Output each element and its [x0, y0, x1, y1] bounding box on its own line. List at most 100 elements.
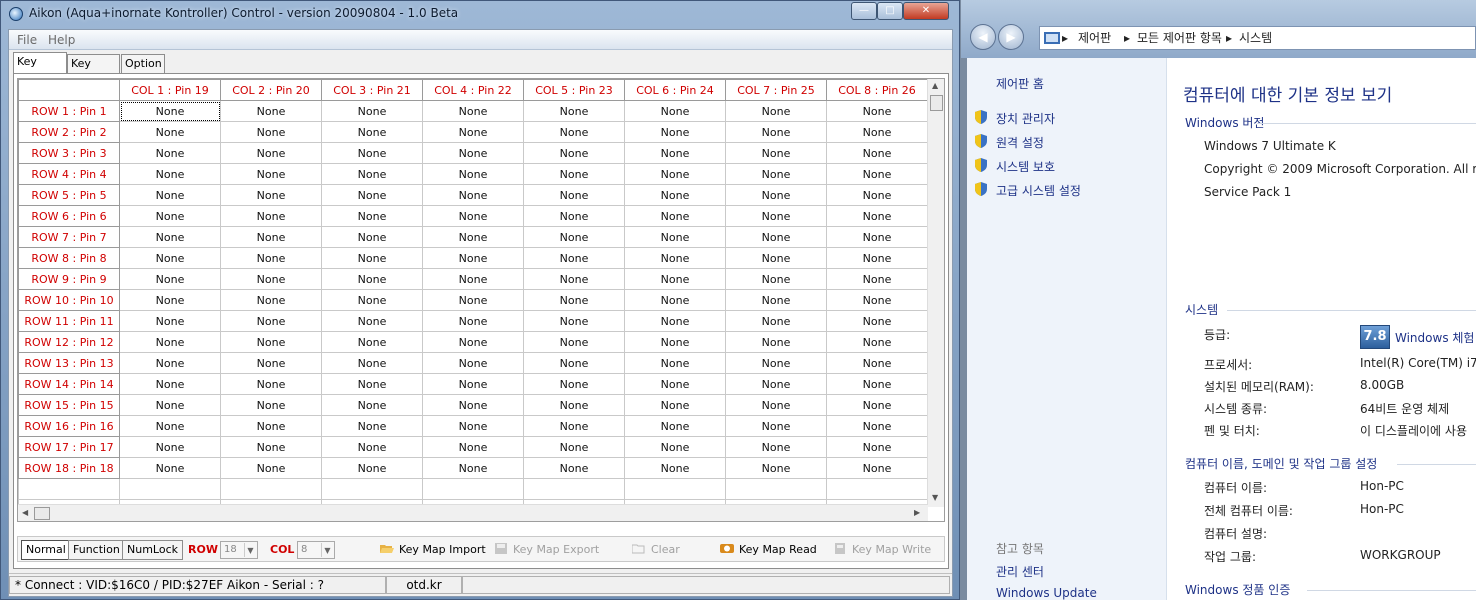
key-cell[interactable]: None	[523, 415, 625, 437]
key-map-import-button[interactable]: Key Map Import	[380, 543, 486, 556]
key-cell[interactable]: None	[826, 310, 928, 332]
key-cell[interactable]: None	[119, 205, 221, 227]
empty-cell[interactable]	[321, 478, 423, 500]
key-cell[interactable]: None	[624, 247, 726, 269]
key-cell[interactable]: None	[220, 163, 322, 185]
row-header[interactable]: ROW 2 : Pin 2	[18, 121, 120, 143]
breadcrumb-all-items[interactable]: 모든 제어판 항목	[1137, 27, 1222, 49]
row-header[interactable]: ROW 9 : Pin 9	[18, 268, 120, 290]
key-cell[interactable]: None	[624, 373, 726, 395]
key-cell[interactable]: None	[624, 226, 726, 248]
key-cell[interactable]: None	[119, 226, 221, 248]
key-cell[interactable]: None	[321, 163, 423, 185]
key-cell[interactable]: None	[624, 436, 726, 458]
key-cell[interactable]: None	[119, 331, 221, 353]
tab-key-test[interactable]: Key Test	[67, 54, 120, 88]
column-header[interactable]: COL 8 : Pin 26	[826, 79, 928, 101]
key-cell[interactable]: None	[624, 268, 726, 290]
tab-option[interactable]: Option	[121, 54, 165, 74]
minimize-button[interactable]: —	[851, 2, 877, 20]
key-cell[interactable]: None	[624, 331, 726, 353]
key-cell[interactable]: None	[624, 142, 726, 164]
key-cell[interactable]: None	[523, 352, 625, 374]
key-cell[interactable]: None	[220, 415, 322, 437]
key-cell[interactable]: None	[119, 163, 221, 185]
key-cell[interactable]: None	[725, 100, 827, 122]
key-cell[interactable]: None	[725, 121, 827, 143]
key-cell[interactable]: None	[422, 394, 524, 416]
title-bar[interactable]: Aikon (Aqua+inornate Kontroller) Control…	[1, 1, 959, 27]
back-arrow-icon[interactable]: ◀	[970, 24, 996, 50]
key-cell[interactable]: None	[422, 310, 524, 332]
key-cell[interactable]: None	[523, 331, 625, 353]
key-cell[interactable]: None	[725, 163, 827, 185]
key-cell[interactable]: None	[725, 289, 827, 311]
forward-arrow-icon[interactable]: ▶	[998, 24, 1024, 50]
row-header[interactable]: ROW 15 : Pin 15	[18, 394, 120, 416]
key-cell[interactable]: None	[826, 373, 928, 395]
sidebar-item-system-protection[interactable]: 시스템 보호	[996, 158, 1055, 175]
key-cell[interactable]: None	[220, 310, 322, 332]
key-cell[interactable]: None	[826, 121, 928, 143]
key-cell[interactable]: None	[523, 205, 625, 227]
scroll-right-icon[interactable]: ▶	[914, 508, 920, 517]
empty-cell[interactable]	[18, 478, 120, 500]
sidebar-item-advanced-settings[interactable]: 고급 시스템 설정	[996, 182, 1081, 199]
key-cell[interactable]: None	[826, 331, 928, 353]
key-cell[interactable]: None	[422, 184, 524, 206]
column-header[interactable]: COL 6 : Pin 24	[624, 79, 726, 101]
col-count-select[interactable]: 8 ▼	[297, 541, 335, 559]
key-cell[interactable]: None	[725, 415, 827, 437]
key-cell[interactable]: None	[624, 205, 726, 227]
key-cell[interactable]: None	[220, 205, 322, 227]
key-cell[interactable]: None	[523, 457, 625, 479]
key-cell[interactable]: None	[321, 457, 423, 479]
horizontal-scroll-thumb[interactable]	[34, 507, 50, 520]
key-cell[interactable]: None	[422, 100, 524, 122]
key-cell[interactable]: None	[826, 436, 928, 458]
key-cell[interactable]: None	[624, 352, 726, 374]
key-cell[interactable]: None	[220, 142, 322, 164]
column-header[interactable]: COL 4 : Pin 22	[422, 79, 524, 101]
key-cell[interactable]: None	[725, 205, 827, 227]
row-header[interactable]: ROW 11 : Pin 11	[18, 310, 120, 332]
address-bar[interactable]: ▸ 제어판 ▸ 모든 제어판 항목 ▸ 시스템	[1039, 26, 1476, 50]
vertical-scroll-thumb[interactable]	[930, 95, 943, 111]
key-cell[interactable]: None	[321, 331, 423, 353]
numlock-mode-button[interactable]: NumLock	[122, 540, 183, 560]
key-cell[interactable]: None	[321, 184, 423, 206]
key-cell[interactable]: None	[321, 289, 423, 311]
key-cell[interactable]: None	[220, 352, 322, 374]
key-cell[interactable]: None	[220, 268, 322, 290]
row-count-select[interactable]: 18 ▼	[220, 541, 258, 559]
row-header[interactable]: ROW 13 : Pin 13	[18, 352, 120, 374]
function-mode-button[interactable]: Function	[68, 540, 125, 560]
key-cell[interactable]: None	[624, 163, 726, 185]
key-cell[interactable]: None	[624, 121, 726, 143]
key-cell[interactable]: None	[422, 415, 524, 437]
key-cell[interactable]: None	[119, 142, 221, 164]
row-header[interactable]: ROW 5 : Pin 5	[18, 184, 120, 206]
key-map-write-button[interactable]: Key Map Write	[833, 543, 931, 556]
key-cell[interactable]: None	[220, 373, 322, 395]
key-cell[interactable]: None	[523, 289, 625, 311]
key-cell[interactable]: None	[523, 226, 625, 248]
key-cell[interactable]: None	[523, 268, 625, 290]
normal-mode-button[interactable]: Normal	[21, 540, 71, 560]
key-cell[interactable]: None	[826, 394, 928, 416]
row-header[interactable]: ROW 12 : Pin 12	[18, 331, 120, 353]
sidebar-item-remote-settings[interactable]: 원격 설정	[996, 134, 1044, 151]
key-cell[interactable]: None	[725, 142, 827, 164]
column-header[interactable]: COL 5 : Pin 23	[523, 79, 625, 101]
key-cell[interactable]: None	[321, 310, 423, 332]
key-cell[interactable]: None	[220, 100, 322, 122]
key-cell[interactable]: None	[220, 394, 322, 416]
sidebar-item-device-manager[interactable]: 장치 관리자	[996, 110, 1055, 127]
empty-cell[interactable]	[725, 478, 827, 500]
key-cell[interactable]: None	[321, 247, 423, 269]
key-cell[interactable]: None	[624, 394, 726, 416]
column-header[interactable]: COL 2 : Pin 20	[220, 79, 322, 101]
breadcrumb-system[interactable]: 시스템	[1239, 27, 1272, 49]
key-cell[interactable]: None	[321, 436, 423, 458]
key-cell[interactable]: None	[422, 205, 524, 227]
